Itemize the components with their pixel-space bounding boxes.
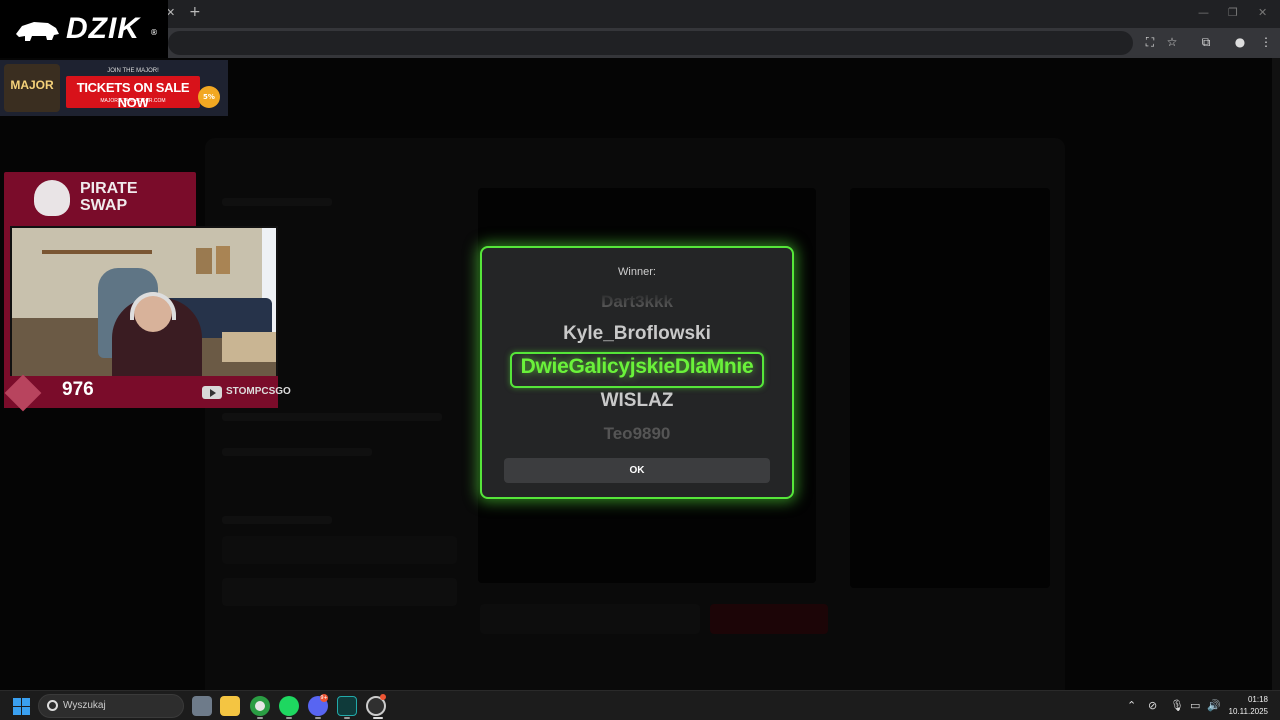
backdrop-button (480, 604, 700, 634)
winners-panel (850, 188, 1050, 588)
dzik-wordmark: DZIK (66, 12, 140, 45)
reel-fade (482, 292, 792, 306)
pirateswap-line1: PIRATE (80, 180, 138, 197)
major-tickets-banner: MAJOR JOIN THE MAJOR! TICKETS ON SALE NO… (0, 60, 228, 116)
chrome-active-indicator (257, 717, 263, 719)
search-placeholder: Wyszukaj (63, 700, 106, 711)
file-explorer-icon[interactable] (220, 696, 240, 716)
tray-overflow-icon[interactable]: ⌃ (1127, 699, 1136, 712)
skull-icon (34, 180, 70, 216)
discord-badge: 9+ (320, 694, 328, 702)
settings-input (222, 536, 457, 564)
pirateswap-wordmark: PIRATE SWAP (80, 180, 137, 214)
display-icon[interactable]: ▭ (1190, 699, 1200, 712)
menu-kebab-icon[interactable]: ⋮ (1258, 34, 1274, 50)
banner-tickets-text: TICKETS ON SALE NOW (76, 80, 190, 110)
network-off-icon[interactable]: ⊘ (1148, 699, 1157, 712)
obs-active-indicator (373, 717, 383, 719)
reel-item: WISLAZ (600, 390, 674, 411)
browser-tab-bar: ✕ + — ❐ ✕ (0, 0, 1280, 28)
major-logo-text: MAJOR (10, 78, 54, 92)
winner-name: DwieGalicyjskieDlaMnie (520, 355, 754, 378)
translate-icon[interactable]: ⛶ (1142, 34, 1158, 50)
profile-avatar[interactable]: ● (1232, 34, 1248, 50)
modal-title: Winner: (618, 266, 656, 278)
clock-time: 01:18 (1247, 695, 1268, 704)
search-icon (47, 700, 58, 711)
ok-button[interactable]: OK (504, 458, 770, 483)
settings-line (222, 413, 442, 421)
banner-tickets-box: TICKETS ON SALE NOW MAJOR.STARLADDER.COM (66, 76, 200, 110)
clock-date: 10.11.2025 (1228, 707, 1268, 716)
obs-recording-dot (380, 694, 386, 700)
browser-toolbar: ⛶ ☆ ⧉ ● ⋮ (0, 28, 1280, 58)
close-window-button[interactable]: ✕ (1258, 6, 1267, 19)
windows-start-icon[interactable] (13, 698, 30, 715)
page-scrollbar[interactable] (1272, 58, 1280, 690)
banner-discount-badge: 5% (198, 86, 220, 108)
banner-url-text: MAJOR.STARLADDER.COM (100, 98, 166, 104)
banner-join-text: JOIN THE MAJOR! (107, 68, 159, 74)
backdrop-draw-button (710, 604, 828, 634)
pirateswap-logo: PIRATE SWAP (4, 172, 196, 224)
viewer-counter: 976 (62, 379, 94, 400)
restore-button[interactable]: ❐ (1228, 6, 1238, 19)
registered-mark: ® (150, 28, 158, 37)
taskbar-search[interactable]: Wyszukaj (38, 694, 184, 718)
volume-icon[interactable]: 🔊 (1207, 699, 1221, 712)
spotify-icon[interactable] (279, 696, 299, 716)
terminal-active-indicator (344, 717, 350, 719)
windows-taskbar: Wyszukaj 9+ ⌃ ⊘ 🎙 ▭ 🔊 01:18 10.11.2025 (0, 690, 1280, 720)
settings-line (222, 448, 372, 456)
channel-name: STOMPCSGO (226, 386, 291, 397)
extensions-icon[interactable]: ⧉ (1198, 34, 1214, 50)
youtube-icon (202, 386, 222, 399)
settings-line (222, 198, 332, 206)
new-tab-button[interactable]: + (189, 4, 201, 20)
reel-item: Kyle_Broflowski (563, 323, 711, 344)
dzik-logo: DZIK ® (0, 0, 168, 58)
reel-item: Teo9890 (603, 424, 671, 443)
address-bar[interactable] (168, 31, 1133, 55)
major-logo: MAJOR (4, 64, 60, 112)
microphone-icon[interactable]: 🎙 (1170, 699, 1184, 712)
settings-button (222, 578, 457, 606)
discord-active-indicator (315, 717, 321, 719)
boar-icon (16, 22, 59, 41)
spotify-active-indicator (286, 717, 292, 719)
settings-line (222, 516, 332, 524)
system-clock[interactable]: 01:18 10.11.2025 (1222, 694, 1268, 718)
webcam-video (10, 226, 278, 380)
chrome-icon[interactable] (250, 696, 270, 716)
winner-modal: Winner: Dart3kkk Kyle_Broflowski DwieGal… (480, 246, 794, 499)
bookmark-star-icon[interactable]: ☆ (1164, 34, 1180, 50)
terminal-icon[interactable] (337, 696, 357, 716)
minimize-button[interactable]: — (1198, 6, 1209, 19)
task-view-icon[interactable] (192, 696, 212, 716)
pirateswap-line2: SWAP (80, 197, 128, 214)
